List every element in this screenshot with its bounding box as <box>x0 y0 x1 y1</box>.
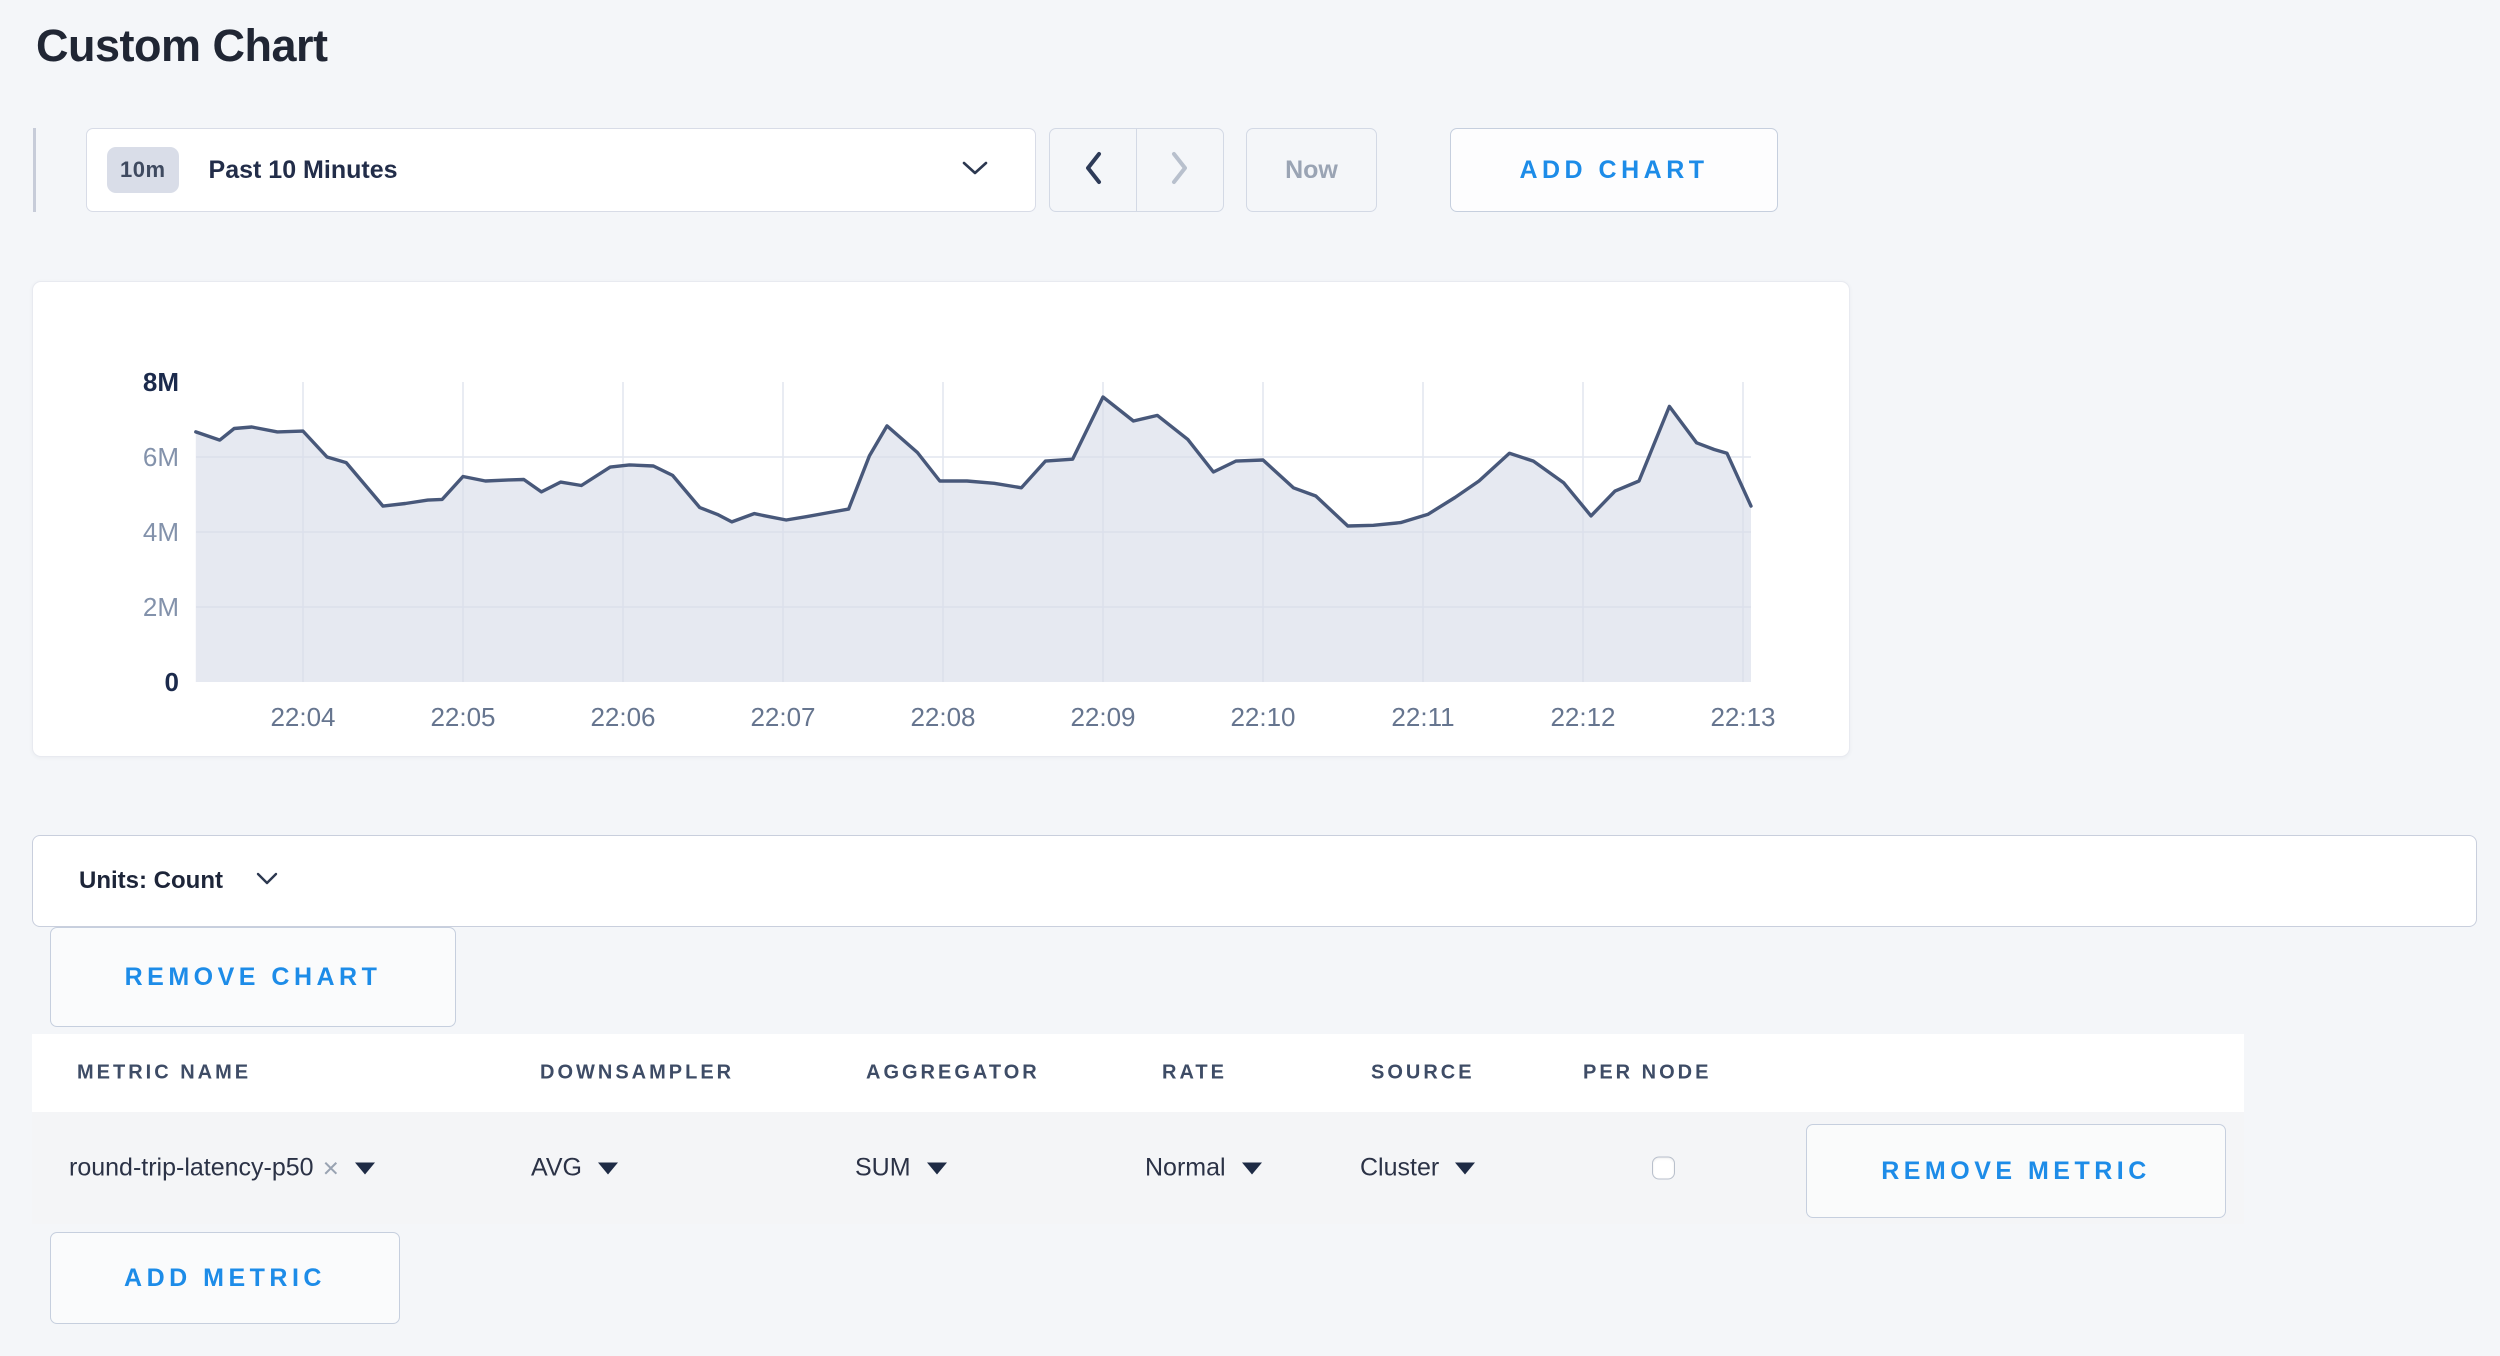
time-range-label: Past 10 Minutes <box>209 156 961 185</box>
rate-value: Normal <box>1145 1154 1226 1183</box>
rate-select[interactable]: Normal <box>1145 1154 1262 1183</box>
timeseries-chart: 0 2M 4M 6M 8M 22:04 22:05 22:06 22:07 22:08 22:09 2… <box>33 282 1851 758</box>
x-tick-label: 22:12 <box>1550 702 1615 732</box>
caret-down-icon <box>598 1162 618 1174</box>
metric-name-value: round-trip-latency-p50 <box>69 1154 314 1183</box>
time-next-button[interactable] <box>1137 129 1223 211</box>
time-prev-button[interactable] <box>1050 129 1137 211</box>
units-select[interactable]: Units: Count <box>32 835 2477 927</box>
x-tick-label: 22:10 <box>1230 702 1295 732</box>
x-tick-label: 22:05 <box>430 702 495 732</box>
source-select[interactable]: Cluster <box>1360 1154 1475 1183</box>
metric-name-select[interactable]: round-trip-latency-p50 × <box>69 1154 375 1183</box>
time-range-badge: 10m <box>107 147 179 193</box>
add-chart-button[interactable]: ADD CHART <box>1450 128 1778 212</box>
caret-down-icon <box>927 1162 947 1174</box>
aggregator-select[interactable]: SUM <box>855 1154 947 1183</box>
metrics-table-header: METRIC NAME DOWNSAMPLER AGGREGATOR RATE … <box>32 1034 2244 1112</box>
clear-metric-icon[interactable]: × <box>323 1154 339 1182</box>
chevron-left-icon <box>1081 149 1105 192</box>
source-value: Cluster <box>1360 1154 1439 1183</box>
y-tick-label: 2M <box>143 592 179 622</box>
time-range-select[interactable]: 10m Past 10 Minutes <box>86 128 1036 212</box>
page-title: Custom Chart <box>36 20 328 72</box>
x-tick-label: 22:04 <box>270 702 335 732</box>
units-select-label: Units: Count <box>79 867 223 895</box>
col-header-source: SOURCE <box>1371 1062 1475 1085</box>
col-header-downsampler: DOWNSAMPLER <box>540 1062 734 1085</box>
x-tick-label: 22:13 <box>1710 702 1775 732</box>
downsampler-select[interactable]: AVG <box>531 1154 618 1183</box>
x-tick-label: 22:11 <box>1391 702 1454 732</box>
y-tick-label: 6M <box>143 442 179 472</box>
col-header-per-node: PER NODE <box>1583 1062 1711 1085</box>
chart-card: 0 2M 4M 6M 8M 22:04 22:05 22:06 22:07 22:08 22:09 2… <box>32 281 1850 757</box>
controls-left-divider <box>33 128 36 212</box>
downsampler-value: AVG <box>531 1154 582 1183</box>
per-node-checkbox[interactable] <box>1652 1157 1675 1180</box>
y-tick-label: 0 <box>165 667 179 697</box>
now-button[interactable]: Now <box>1246 128 1377 212</box>
x-tick-label: 22:06 <box>590 702 655 732</box>
x-tick-label: 22:09 <box>1070 702 1135 732</box>
time-nav-group <box>1049 128 1224 212</box>
caret-down-icon <box>1242 1162 1262 1174</box>
remove-chart-button-label: REMOVE CHART <box>125 963 382 992</box>
col-header-rate: RATE <box>1162 1062 1227 1085</box>
y-tick-label: 4M <box>143 517 179 547</box>
remove-metric-button[interactable]: REMOVE METRIC <box>1806 1124 2226 1218</box>
chevron-down-icon <box>223 871 279 891</box>
add-metric-button-label: ADD METRIC <box>124 1264 326 1293</box>
x-tick-label: 22:07 <box>750 702 815 732</box>
chevron-down-icon <box>961 159 989 182</box>
col-header-metric-name: METRIC NAME <box>77 1062 251 1085</box>
add-metric-button[interactable]: ADD METRIC <box>50 1232 400 1324</box>
remove-metric-button-label: REMOVE METRIC <box>1881 1157 2151 1186</box>
caret-down-icon <box>1455 1162 1475 1174</box>
caret-down-icon <box>355 1162 375 1174</box>
add-chart-button-label: ADD CHART <box>1519 156 1708 185</box>
aggregator-value: SUM <box>855 1154 911 1183</box>
x-tick-label: 22:08 <box>910 702 975 732</box>
col-header-aggregator: AGGREGATOR <box>866 1062 1040 1085</box>
y-tick-label: 8M <box>143 367 179 397</box>
now-button-label: Now <box>1285 156 1338 185</box>
chevron-right-icon <box>1168 149 1192 192</box>
chart-area-fill <box>196 397 1751 682</box>
remove-chart-button[interactable]: REMOVE CHART <box>50 927 456 1027</box>
